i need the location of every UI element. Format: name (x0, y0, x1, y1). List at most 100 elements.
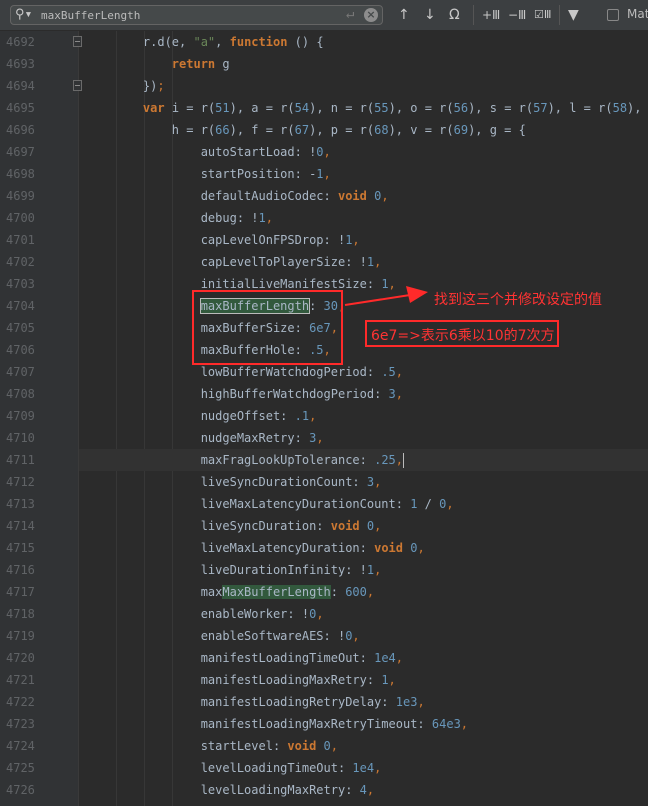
code-token: , (374, 761, 382, 775)
code-token: ), f = r( (229, 123, 295, 137)
note-text: 6e7=>表示6乘以10的7次方 (371, 328, 555, 344)
code-token: , (395, 365, 403, 379)
code-line[interactable]: 4700 debug: !1, (0, 207, 648, 229)
arrow-up-icon[interactable]: ↑ (398, 4, 410, 26)
code-line[interactable]: 4720 manifestLoadingTimeOut: 1e4, (0, 647, 648, 669)
search-icon[interactable]: ⚲▾ (15, 7, 32, 22)
code-line[interactable]: 4725 levelLoadingTimeOut: 1e4, (0, 757, 648, 779)
fold-marker-icon[interactable] (73, 80, 82, 91)
code-text: liveMaxLatencyDuration: void 0, (114, 537, 425, 559)
code-token: , (215, 35, 230, 49)
code-text: nudgeMaxRetry: 3, (114, 427, 324, 449)
code-line[interactable]: 4717 maxMaxBufferLength: 600, (0, 581, 648, 603)
line-number: 4723 (6, 717, 35, 731)
code-token: , (395, 651, 404, 665)
search-match: MaxBufferLength (222, 585, 331, 599)
search-field[interactable]: ⚲▾ ↵ × (10, 5, 383, 25)
code-token: 1e4 (352, 761, 375, 775)
code-text: maxFragLookUpTolerance: .25, (114, 449, 405, 471)
code-token: lowBufferWatchdogPeriod: (114, 365, 382, 379)
code-line[interactable]: 4711 maxFragLookUpTolerance: .25, (0, 449, 648, 471)
code-line[interactable]: 4719 enableSoftwareAES: !0, (0, 625, 648, 647)
code-line[interactable]: 4715 liveMaxLatencyDuration: void 0, (0, 537, 648, 559)
code-line[interactable]: 4699 defaultAudioCodec: void 0, (0, 185, 648, 207)
code-token: / (417, 497, 440, 511)
code-line[interactable]: 4701 capLevelOnFPSDrop: !1, (0, 229, 648, 251)
code-line[interactable]: 4709 nudgeOffset: .1, (0, 405, 648, 427)
code-token: , (417, 695, 425, 709)
filter-icon[interactable]: ▼ (568, 4, 579, 26)
code-token: , (417, 541, 425, 555)
clear-icon[interactable]: × (364, 8, 378, 22)
line-number: 4707 (6, 365, 35, 379)
line-number: 4724 (6, 739, 35, 753)
code-line[interactable]: 4702 capLevelToPlayerSize: !1, (0, 251, 648, 273)
remove-selection-icon[interactable]: −Ⅲ (508, 4, 526, 26)
code-line[interactable]: 4721 manifestLoadingMaxRetry: 1, (0, 669, 648, 691)
line-number: 4695 (6, 101, 35, 115)
fold-marker-icon[interactable] (73, 36, 82, 47)
code-token: .5 (381, 365, 396, 379)
code-line[interactable]: 4693 return g (0, 53, 648, 75)
code-text: manifestLoadingMaxRetry: 1, (114, 669, 396, 691)
select-all-occurrences-icon[interactable]: ☑Ⅲ (534, 4, 551, 26)
match-case-checkbox[interactable] (607, 9, 619, 21)
line-number: 4705 (6, 321, 35, 335)
text-caret (403, 453, 405, 468)
code-line[interactable]: 4708 highBufferWatchdogPeriod: 3, (0, 383, 648, 405)
code-line[interactable]: 4692 r.d(e, "a", function () { (0, 31, 648, 53)
code-line[interactable]: 4718 enableWorker: !0, (0, 603, 648, 625)
code-line[interactable]: 4696 h = r(66), f = r(67), p = r(68), v … (0, 119, 648, 141)
code-line[interactable]: 4710 nudgeMaxRetry: 3, (0, 427, 648, 449)
code-token: 3 (388, 387, 396, 401)
line-number: 4702 (6, 255, 35, 269)
code-line[interactable]: 4714 liveSyncDuration: void 0, (0, 515, 648, 537)
code-line[interactable]: 4712 liveSyncDurationCount: 3, (0, 471, 648, 493)
code-line[interactable]: 4698 startPosition: -1, (0, 163, 648, 185)
code-line[interactable]: 4695 var i = r(51), a = r(54), n = r(55)… (0, 97, 648, 119)
code-token: 68 (374, 123, 389, 137)
code-text: defaultAudioCodec: void 0, (114, 185, 389, 207)
code-text: manifestLoadingRetryDelay: 1e3, (114, 691, 425, 713)
line-number: 4704 (6, 299, 35, 313)
line-number: 4717 (6, 585, 35, 599)
search-input[interactable] (41, 7, 331, 23)
code-token: h = r( (114, 123, 216, 137)
enter-icon: ↵ (346, 6, 355, 22)
code-token: liveMaxLatencyDuration: (114, 541, 375, 555)
code-token: debug: ! (114, 211, 259, 225)
code-text: enableWorker: !0, (114, 603, 324, 625)
code-line[interactable]: 4723 manifestLoadingMaxRetryTimeout: 64e… (0, 713, 648, 735)
line-number: 4703 (6, 277, 35, 291)
line-number: 4693 (6, 57, 35, 71)
code-line[interactable]: 4694 }); (0, 75, 648, 97)
code-token: return (171, 57, 216, 71)
arrow-down-icon[interactable]: ↓ (424, 4, 436, 26)
code-token: ), v = r( (388, 123, 454, 137)
line-number: 4713 (6, 497, 35, 511)
code-token: 66 (215, 123, 230, 137)
line-number: 4725 (6, 761, 35, 775)
code-token: function (229, 35, 288, 49)
add-selection-icon[interactable]: +Ⅲ (482, 4, 500, 26)
code-line[interactable]: 4716 liveDurationInfinity: !1, (0, 559, 648, 581)
code-line[interactable]: 4726 levelLoadingMaxRetry: 4, (0, 779, 648, 801)
code-token: nudgeOffset: (114, 409, 295, 423)
code-token: , (309, 409, 317, 423)
find-all-icon[interactable]: Ω (449, 4, 460, 26)
code-token: 57 (533, 101, 548, 115)
code-text: startPosition: -1, (114, 163, 331, 185)
code-token: , (316, 431, 324, 445)
code-line[interactable]: 4713 liveMaxLatencyDurationCount: 1 / 0, (0, 493, 648, 515)
line-number: 4700 (6, 211, 35, 225)
code-line[interactable]: 4724 startLevel: void 0, (0, 735, 648, 757)
code-token: r.d(e, (114, 35, 194, 49)
line-number: 4719 (6, 629, 35, 643)
code-token: 1 (258, 211, 266, 225)
line-number: 4692 (6, 35, 35, 49)
code-token: 4 (359, 783, 367, 797)
code-line[interactable]: 4697 autoStartLoad: !0, (0, 141, 648, 163)
code-line[interactable]: 4722 manifestLoadingRetryDelay: 1e3, (0, 691, 648, 713)
line-number: 4699 (6, 189, 35, 203)
